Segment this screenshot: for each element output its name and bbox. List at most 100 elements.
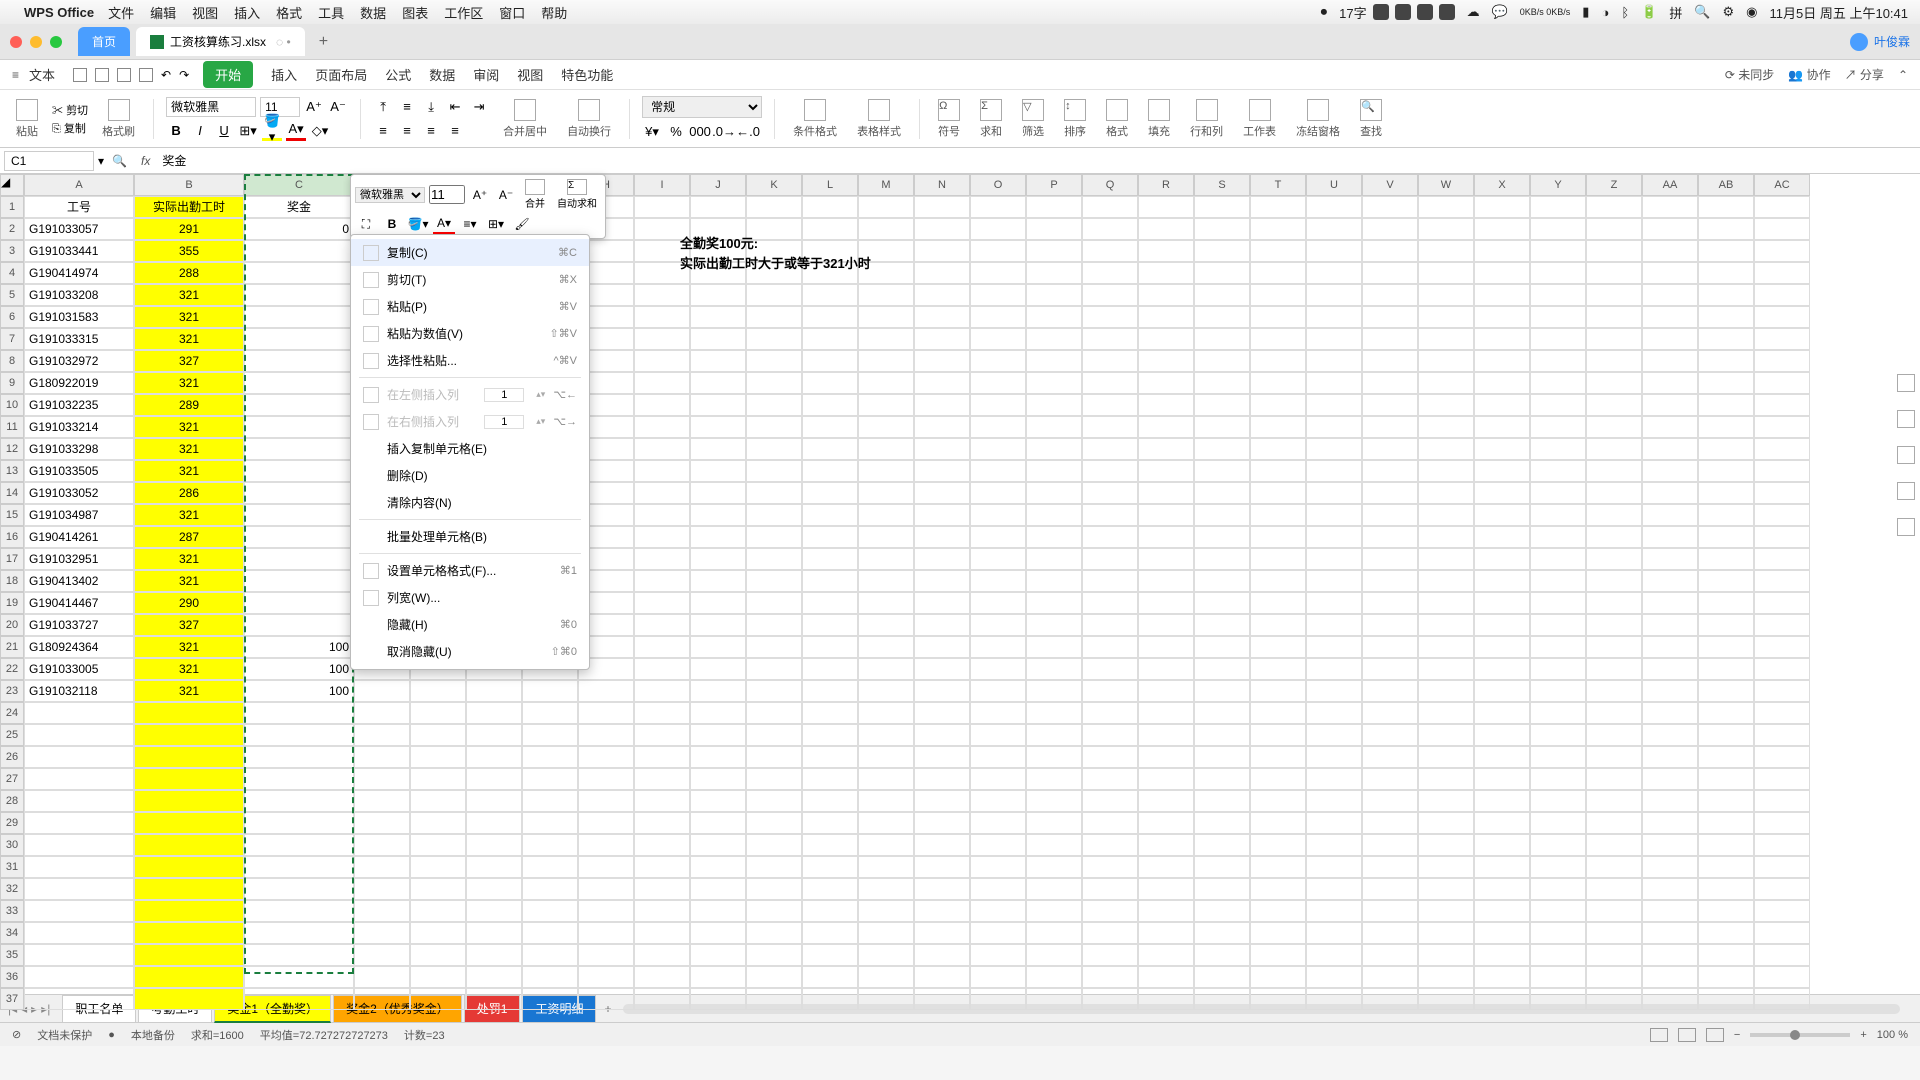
cell[interactable]: G191033298: [24, 438, 134, 460]
cell[interactable]: [1754, 328, 1810, 350]
cell[interactable]: [690, 746, 746, 768]
cell[interactable]: [1082, 944, 1138, 966]
row-header[interactable]: 8: [0, 350, 24, 372]
cell[interactable]: [746, 680, 802, 702]
cell[interactable]: [1194, 614, 1250, 636]
cell[interactable]: [914, 944, 970, 966]
cell[interactable]: [802, 966, 858, 988]
cell[interactable]: [244, 702, 354, 724]
cell[interactable]: [1194, 350, 1250, 372]
cell[interactable]: [1082, 680, 1138, 702]
cell[interactable]: [1474, 988, 1530, 1010]
row-header[interactable]: 30: [0, 834, 24, 856]
cell[interactable]: [244, 416, 354, 438]
context-menu-item[interactable]: 删除(D): [351, 462, 589, 489]
cell[interactable]: [1194, 702, 1250, 724]
mini-increase-font-icon[interactable]: A⁺: [469, 185, 491, 205]
cell[interactable]: [1642, 636, 1698, 658]
menu-help[interactable]: 帮助: [541, 3, 567, 22]
cell[interactable]: [1082, 350, 1138, 372]
cell[interactable]: [578, 988, 634, 1010]
cell[interactable]: [1418, 394, 1474, 416]
cell[interactable]: [1642, 790, 1698, 812]
cell[interactable]: [1586, 284, 1642, 306]
cell[interactable]: [354, 790, 410, 812]
row-header[interactable]: 19: [0, 592, 24, 614]
cell[interactable]: [914, 240, 970, 262]
zoom-out-button[interactable]: −: [1734, 1029, 1740, 1041]
cell[interactable]: [1362, 460, 1418, 482]
cell[interactable]: [1698, 768, 1754, 790]
tab-file[interactable]: 工资核算练习.xlsx ◌ •: [136, 27, 305, 56]
format-button[interactable]: 格式: [1100, 99, 1134, 139]
cell[interactable]: [970, 526, 1026, 548]
cell[interactable]: [1362, 856, 1418, 878]
column-header[interactable]: P: [1026, 174, 1082, 196]
mini-fill-color-button[interactable]: 🪣▾: [407, 214, 429, 234]
cell[interactable]: [1362, 394, 1418, 416]
cell[interactable]: [970, 394, 1026, 416]
menu-chart[interactable]: 图表: [402, 3, 428, 22]
cell[interactable]: [858, 438, 914, 460]
cell[interactable]: [354, 878, 410, 900]
cell[interactable]: [634, 504, 690, 526]
ribbon-tab-review[interactable]: 审阅: [473, 65, 499, 84]
cell[interactable]: 321: [134, 570, 244, 592]
cell[interactable]: 287: [134, 526, 244, 548]
cell[interactable]: [690, 372, 746, 394]
cell[interactable]: [1362, 966, 1418, 988]
cell[interactable]: [746, 438, 802, 460]
context-menu-item[interactable]: 隐藏(H)⌘0: [351, 611, 589, 638]
cell[interactable]: [1194, 416, 1250, 438]
cell[interactable]: [802, 614, 858, 636]
cell[interactable]: [1698, 416, 1754, 438]
cell[interactable]: [1250, 262, 1306, 284]
cell[interactable]: [858, 548, 914, 570]
cell[interactable]: [802, 768, 858, 790]
cell[interactable]: [1138, 284, 1194, 306]
cell[interactable]: [466, 702, 522, 724]
cell[interactable]: [1362, 680, 1418, 702]
cell[interactable]: [1418, 988, 1474, 1010]
cell[interactable]: [1474, 240, 1530, 262]
cell[interactable]: [1418, 900, 1474, 922]
cell[interactable]: [244, 724, 354, 746]
cell[interactable]: [1474, 262, 1530, 284]
cell[interactable]: [634, 526, 690, 548]
cell[interactable]: G191033505: [24, 460, 134, 482]
cell[interactable]: [1306, 394, 1362, 416]
cell[interactable]: [1530, 834, 1586, 856]
cell[interactable]: [244, 900, 354, 922]
cell[interactable]: [690, 900, 746, 922]
cell[interactable]: [1586, 658, 1642, 680]
status-tray-icon[interactable]: [1395, 4, 1411, 20]
cell[interactable]: [410, 702, 466, 724]
cell[interactable]: [970, 372, 1026, 394]
cell[interactable]: [802, 680, 858, 702]
cell[interactable]: [1362, 724, 1418, 746]
cell[interactable]: [24, 768, 134, 790]
cell[interactable]: [1082, 878, 1138, 900]
cell[interactable]: [1642, 482, 1698, 504]
cell[interactable]: [1418, 922, 1474, 944]
cell[interactable]: [802, 306, 858, 328]
cell[interactable]: [1474, 504, 1530, 526]
cell[interactable]: [1026, 812, 1082, 834]
cell[interactable]: G191032972: [24, 350, 134, 372]
cell[interactable]: [1138, 636, 1194, 658]
cell[interactable]: [1698, 988, 1754, 1010]
cell[interactable]: [1586, 746, 1642, 768]
column-header[interactable]: AB: [1698, 174, 1754, 196]
cell[interactable]: [244, 262, 354, 284]
cell[interactable]: [1754, 438, 1810, 460]
row-header[interactable]: 24: [0, 702, 24, 724]
mini-merge-button[interactable]: 合并: [521, 179, 549, 210]
cell[interactable]: [634, 306, 690, 328]
cell[interactable]: [466, 878, 522, 900]
cell[interactable]: [1082, 768, 1138, 790]
cell[interactable]: [1250, 460, 1306, 482]
cell[interactable]: 321: [134, 328, 244, 350]
cell[interactable]: [802, 328, 858, 350]
column-header[interactable]: O: [970, 174, 1026, 196]
zoom-in-button[interactable]: +: [1860, 1029, 1866, 1041]
